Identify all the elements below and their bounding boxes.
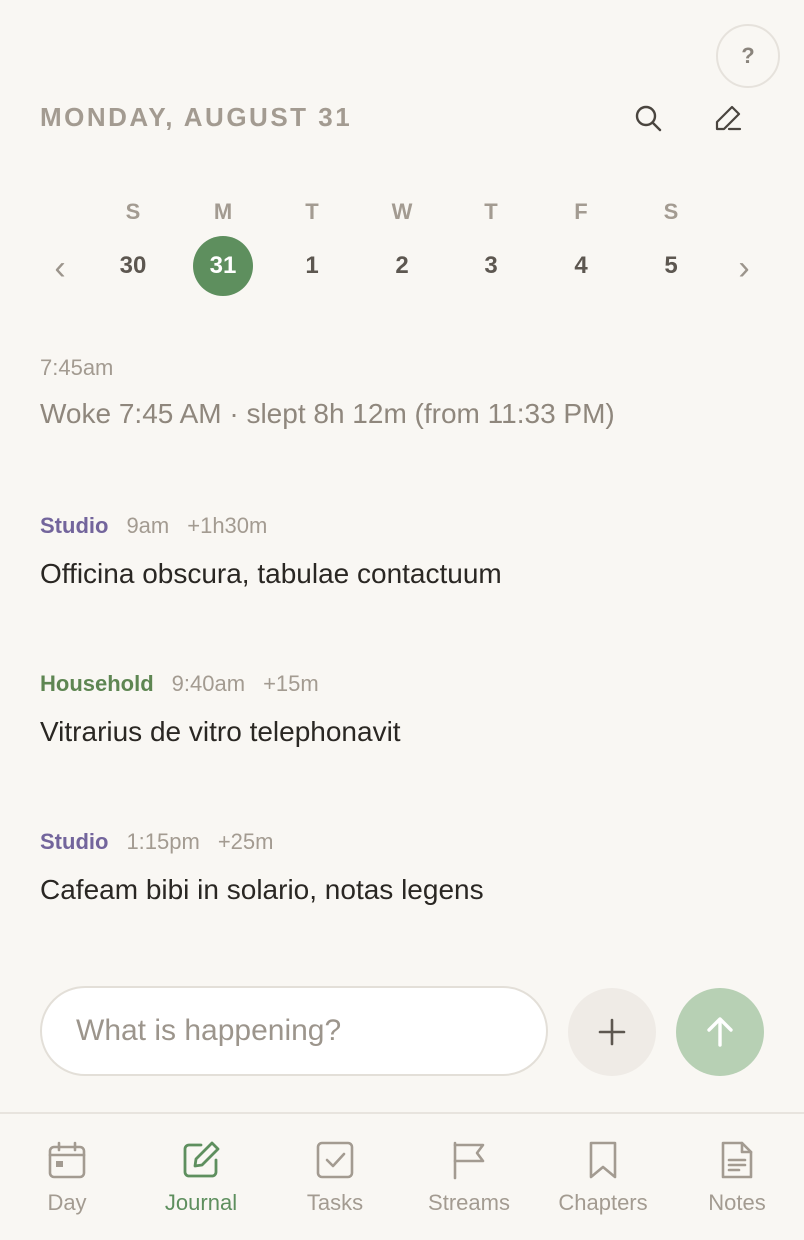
journal-entry[interactable]: 7:45am Woke 7:45 AM · slept 8h 12m (from…: [40, 354, 764, 432]
plus-icon: [598, 1018, 626, 1046]
tab-label: Day: [47, 1190, 87, 1215]
entry-meta: Studio 9am +1h30m: [40, 512, 764, 540]
calendar-day[interactable]: 2: [372, 236, 432, 296]
calendar-day[interactable]: 1: [282, 236, 342, 296]
weekday-header: S M T W T F S: [0, 198, 804, 226]
pencil-square-icon: [134, 1138, 268, 1182]
entry-time: 7:45am: [40, 355, 114, 380]
search-icon[interactable]: [628, 98, 668, 138]
calendar-day[interactable]: 3: [461, 236, 521, 296]
weekday-label: T: [305, 199, 319, 224]
tab-label: Notes: [708, 1190, 766, 1215]
calendar-icon: [0, 1138, 134, 1182]
tab-bar: Day Journal Tasks Streams Chapters Notes: [0, 1112, 804, 1240]
entry-text: Vitrarius de vitro telephonavit: [40, 716, 401, 747]
weekday-label: S: [663, 199, 679, 224]
next-week-button[interactable]: ›: [726, 248, 762, 288]
entry-text: Woke 7:45 AM · slept 8h 12m (from 11:33 …: [40, 398, 615, 429]
stream-tag[interactable]: Studio: [40, 513, 108, 538]
journal-entry[interactable]: Studio 1:15pm +25m Cafeam bibi in solario,…: [40, 828, 764, 908]
tab-notes[interactable]: Notes: [670, 1138, 804, 1216]
weekday-label: F: [574, 199, 588, 224]
calendar-day[interactable]: 30: [103, 236, 163, 296]
entry-duration: +15m: [263, 671, 319, 696]
calendar-day[interactable]: 4: [551, 236, 611, 296]
checkbox-icon: [268, 1138, 402, 1182]
tab-day[interactable]: Day: [0, 1138, 134, 1216]
entry-meta: Studio 1:15pm +25m: [40, 828, 764, 856]
tab-label: Tasks: [306, 1190, 364, 1215]
weekday-label: W: [391, 199, 413, 224]
entry-text: Officina obscura, tabulae contactuum: [40, 558, 502, 589]
week-days: 30 31 1 2 3 4 5: [0, 236, 804, 296]
tab-tasks[interactable]: Tasks: [268, 1138, 402, 1216]
tab-chapters[interactable]: Chapters: [536, 1138, 670, 1216]
entry-meta: Household 9:40am +15m: [40, 670, 764, 698]
tab-label: Streams: [428, 1190, 510, 1215]
stream-tag[interactable]: Household: [40, 671, 154, 696]
entry-time: 1:15pm: [126, 829, 200, 854]
tab-journal[interactable]: Journal: [134, 1138, 268, 1216]
weekday-label: M: [213, 199, 233, 224]
document-icon: [670, 1138, 804, 1182]
weekday-label: T: [484, 199, 498, 224]
pencil-icon[interactable]: [708, 98, 748, 138]
page-title: MONDAY, AUGUST 31: [40, 102, 353, 132]
entry-duration: +25m: [217, 829, 274, 854]
add-button[interactable]: [568, 988, 656, 1076]
entry-text: Cafeam bibi in solario, notas legens: [40, 874, 484, 905]
entry-time: 9:40am: [171, 671, 246, 696]
entry-time: 9am: [126, 513, 170, 538]
calendar-day[interactable]: 5: [641, 236, 701, 296]
bookmark-icon: [536, 1138, 670, 1182]
entry-meta: 7:45am: [40, 354, 764, 382]
journal-entry[interactable]: Studio 9am +1h30m Officina obscura, tabula…: [40, 512, 764, 592]
send-button[interactable]: [676, 988, 764, 1076]
tab-label: Journal: [164, 1190, 238, 1215]
tab-streams[interactable]: Streams: [402, 1138, 536, 1216]
stream-tag[interactable]: Studio: [40, 829, 108, 854]
flag-icon: [402, 1138, 536, 1182]
help-button[interactable]: ?: [716, 24, 780, 88]
journal-entry[interactable]: Household 9:40am +15m Vitrarius de vitro t…: [40, 670, 764, 750]
tab-label: Chapters: [558, 1190, 648, 1215]
entry-input[interactable]: What is happening?: [40, 986, 548, 1076]
calendar-day-selected[interactable]: 31: [193, 236, 253, 296]
entry-duration: +1h30m: [187, 513, 268, 538]
arrow-up-icon: [707, 1017, 733, 1047]
weekday-label: S: [125, 199, 141, 224]
